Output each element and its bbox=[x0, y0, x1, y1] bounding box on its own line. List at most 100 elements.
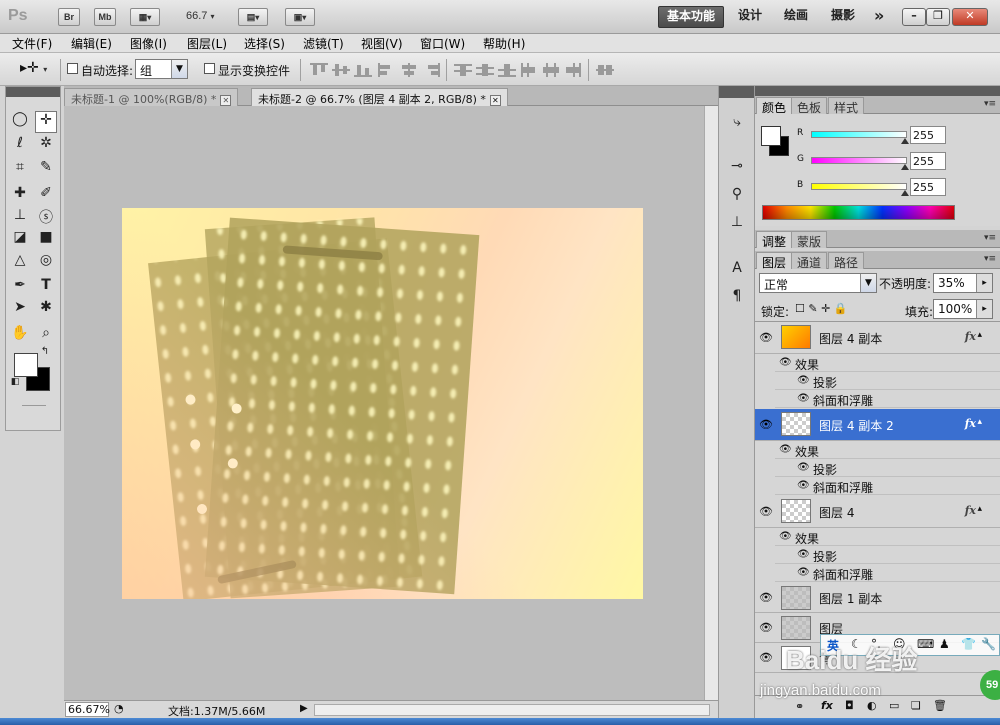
menu-edit[interactable]: 编辑(E) bbox=[71, 35, 112, 52]
menu-help[interactable]: 帮助(H) bbox=[483, 35, 525, 52]
clone-stamp-tool-icon[interactable]: ⊥ bbox=[9, 207, 31, 229]
clone-source-icon[interactable]: ⊥ bbox=[727, 212, 747, 232]
vertical-scrollbar[interactable] bbox=[704, 106, 718, 700]
document-canvas[interactable] bbox=[122, 208, 643, 599]
eye-icon[interactable]: 👁 bbox=[779, 444, 792, 455]
eye-icon[interactable]: 👁 bbox=[797, 462, 810, 473]
zoom-level[interactable]: 66.7 ▾ bbox=[186, 10, 215, 22]
menu-view[interactable]: 视图(V) bbox=[361, 35, 403, 52]
auto-select-dropdown[interactable]: 组 ▼ bbox=[135, 59, 188, 79]
expand-icon[interactable]: ▴ bbox=[977, 504, 982, 514]
distribute-right-icon[interactable] bbox=[564, 63, 582, 77]
eye-icon[interactable]: 👁 bbox=[779, 357, 792, 368]
layer-row-selected[interactable]: 👁 图层 4 副本 2 fx ▴ bbox=[755, 409, 1000, 441]
default-colors-icon[interactable]: ◧ bbox=[8, 375, 22, 389]
eye-icon[interactable]: 👁 bbox=[797, 480, 810, 491]
effects-row[interactable]: 👁 效果 bbox=[775, 441, 1000, 459]
green-value-field[interactable]: 255 bbox=[910, 152, 946, 170]
eyedropper-tool-icon[interactable]: ✎ bbox=[35, 159, 57, 181]
align-left-icon[interactable] bbox=[378, 63, 396, 77]
workspace-design[interactable]: 设计 bbox=[730, 6, 770, 28]
tab-layers[interactable]: 图层 bbox=[756, 252, 793, 270]
fx-icon[interactable]: fx bbox=[965, 417, 976, 430]
magic-wand-tool-icon[interactable]: ✲ bbox=[35, 135, 57, 157]
healing-brush-tool-icon[interactable]: ✚ bbox=[9, 185, 31, 207]
path-selection-tool-icon[interactable]: ➤ bbox=[9, 299, 31, 321]
layer-row[interactable]: 👁 图层 4 fx ▴ bbox=[755, 496, 1000, 528]
layer-row[interactable]: 👁 图层 1 副本 bbox=[755, 583, 1000, 613]
slider-track[interactable] bbox=[811, 131, 907, 138]
panel-group-header[interactable] bbox=[755, 86, 1000, 96]
swap-colors-icon[interactable]: ↰ bbox=[38, 345, 52, 359]
status-info-icon[interactable]: ◔ bbox=[114, 702, 124, 715]
new-group-icon[interactable]: ▭ bbox=[889, 699, 899, 712]
move-tool-icon[interactable]: ✛ bbox=[35, 111, 57, 133]
foreground-color-swatch[interactable] bbox=[761, 126, 781, 146]
blue-value-field[interactable]: 255 bbox=[910, 178, 946, 196]
lasso-tool-icon[interactable]: ℓ bbox=[9, 135, 31, 157]
expand-icon[interactable]: ▴ bbox=[977, 330, 982, 340]
tab-paths[interactable]: 路径 bbox=[828, 252, 865, 270]
effects-row[interactable]: 👁 效果 bbox=[775, 528, 1000, 546]
eye-icon[interactable]: 👁 bbox=[797, 375, 810, 386]
distribute-bottom-icon[interactable] bbox=[498, 63, 516, 77]
effect-row[interactable]: 👁 斜面和浮雕 bbox=[775, 477, 1000, 495]
workspace-photography[interactable]: 摄影 bbox=[823, 6, 863, 28]
brush-panel-icon[interactable]: ⚲ bbox=[727, 184, 747, 204]
align-right-icon[interactable] bbox=[422, 63, 440, 77]
tab-swatches[interactable]: 色板 bbox=[791, 97, 828, 115]
effect-row[interactable]: 👁 投影 bbox=[775, 372, 1000, 390]
menu-select[interactable]: 选择(S) bbox=[244, 35, 285, 52]
eraser-tool-icon[interactable]: ◪ bbox=[9, 229, 31, 251]
close-button[interactable]: ✕ bbox=[952, 8, 988, 26]
tab-adjustments[interactable]: 调整 bbox=[756, 231, 793, 249]
tools-panel-header[interactable] bbox=[6, 87, 60, 97]
keyboard-icon[interactable]: ⌨ bbox=[917, 637, 934, 651]
color-spectrum-bar[interactable] bbox=[762, 205, 955, 220]
fill-field[interactable]: 100% ▸ bbox=[933, 299, 993, 319]
wrench-icon[interactable]: 🔧 bbox=[981, 637, 996, 651]
shape-tool-icon[interactable]: ✱ bbox=[35, 299, 57, 321]
canvas-workspace[interactable] bbox=[64, 106, 704, 700]
tab-masks[interactable]: 蒙版 bbox=[791, 231, 828, 249]
auto-select-checkbox[interactable] bbox=[67, 63, 78, 74]
trash-icon[interactable]: 🗑 bbox=[933, 699, 947, 712]
crop-tool-icon[interactable]: ⌗ bbox=[9, 159, 31, 181]
eye-icon[interactable]: 👁 bbox=[797, 567, 810, 578]
link-layers-icon[interactable]: ⚭ bbox=[795, 700, 804, 713]
distribute-left-icon[interactable] bbox=[520, 63, 538, 77]
move-tool-preset-icon[interactable]: ▸✛ ▾ bbox=[20, 60, 47, 76]
blur-tool-icon[interactable]: △ bbox=[9, 252, 31, 274]
align-hcenter-icon[interactable] bbox=[400, 63, 418, 77]
panel-menu-icon[interactable]: ▾≡ bbox=[984, 233, 996, 243]
red-value-field[interactable]: 255 bbox=[910, 126, 946, 144]
brush-tool-icon[interactable]: ✐ bbox=[35, 185, 57, 207]
align-top-icon[interactable] bbox=[310, 63, 328, 77]
tab-color[interactable]: 颜色 bbox=[756, 97, 793, 115]
zoom-tool-icon[interactable]: ⌕ bbox=[35, 325, 57, 347]
workspace-painting[interactable]: 绘画 bbox=[776, 6, 816, 28]
user-icon[interactable]: ♟ bbox=[939, 637, 950, 651]
distribute-hcenter-icon[interactable] bbox=[542, 63, 560, 77]
history-panel-icon[interactable]: ⤷ bbox=[727, 112, 747, 132]
panel-menu-icon[interactable]: ▾≡ bbox=[984, 99, 996, 109]
restore-button[interactable]: ❐ bbox=[926, 8, 950, 26]
show-transform-checkbox[interactable] bbox=[204, 63, 215, 74]
tab-channels[interactable]: 通道 bbox=[791, 252, 828, 270]
paragraph-panel-icon[interactable]: ¶ bbox=[727, 286, 747, 306]
align-bottom-icon[interactable] bbox=[354, 63, 372, 77]
eye-icon[interactable]: 👁 bbox=[797, 393, 810, 404]
new-layer-icon[interactable]: ❏ bbox=[911, 699, 921, 712]
menu-image[interactable]: 图像(I) bbox=[130, 35, 167, 52]
eye-icon[interactable]: 👁 bbox=[758, 505, 774, 519]
marquee-tool-icon[interactable]: ◯ bbox=[9, 111, 31, 133]
align-vcenter-icon[interactable] bbox=[332, 63, 350, 77]
opacity-field[interactable]: 35% ▸ bbox=[933, 273, 993, 293]
eye-icon[interactable]: 👁 bbox=[779, 531, 792, 542]
foreground-color-swatch[interactable] bbox=[14, 353, 38, 377]
type-tool-icon[interactable]: T bbox=[35, 277, 57, 299]
close-icon[interactable]: ✕ bbox=[489, 95, 501, 106]
status-menu-arrow-icon[interactable]: ▶ bbox=[300, 703, 308, 714]
eye-icon[interactable]: 👁 bbox=[758, 418, 774, 432]
eye-icon[interactable]: 👁 bbox=[758, 651, 774, 665]
